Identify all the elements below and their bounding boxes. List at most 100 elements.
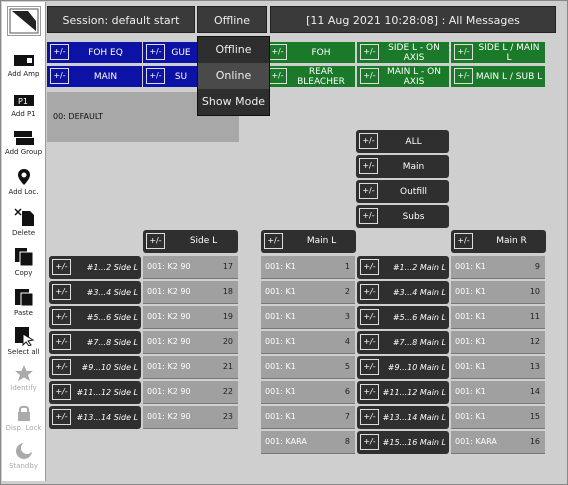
plus-minus-button[interactable]: +/- bbox=[360, 384, 379, 400]
group-gue[interactable]: +/- GUE bbox=[143, 42, 197, 63]
amp-channel-cell[interactable]: 001: K2 90 18 bbox=[143, 281, 238, 304]
plus-minus-button[interactable]: +/- bbox=[50, 44, 69, 60]
group-rear-bleacher[interactable]: +/- REAR BLEACHER bbox=[265, 66, 355, 87]
plus-minus-button[interactable]: +/- bbox=[454, 44, 473, 60]
plus-minus-button[interactable]: +/- bbox=[268, 44, 287, 60]
amp-channel-cell[interactable]: 001: K1 15 bbox=[451, 406, 545, 429]
amp-channel-cell[interactable]: 001: K1 2 bbox=[261, 281, 355, 304]
amp-channel-cell[interactable]: 001: KARA 16 bbox=[451, 431, 545, 454]
column-header-main-r[interactable]: +/- Main R bbox=[451, 230, 546, 253]
plus-minus-button[interactable]: +/- bbox=[264, 233, 283, 249]
column-header-side-l[interactable]: +/- Side L bbox=[143, 230, 238, 253]
amp-channel-cell[interactable]: 001: K1 1 bbox=[261, 256, 355, 279]
channel-group[interactable]: +/- #7...8 Side L bbox=[49, 331, 141, 354]
add-amp-button[interactable]: Add Amp bbox=[2, 54, 45, 78]
group-foh[interactable]: +/- FOH bbox=[265, 42, 355, 63]
group-foh-eq[interactable]: +/- FOH EQ bbox=[47, 42, 142, 63]
channel-group[interactable]: +/- #3...4 Main L bbox=[357, 281, 449, 304]
plus-minus-button[interactable]: +/- bbox=[359, 183, 378, 199]
amp-channel-cell[interactable]: 001: K1 11 bbox=[451, 306, 545, 329]
channel-group[interactable]: +/- #1...2 Side L bbox=[49, 256, 141, 279]
plus-minus-button[interactable]: +/- bbox=[360, 359, 379, 375]
column-header-main-l[interactable]: +/- Main L bbox=[261, 230, 356, 253]
amp-channel-cell[interactable]: 001: K1 10 bbox=[451, 281, 545, 304]
channel-group[interactable]: +/- #7...8 Main L bbox=[357, 331, 449, 354]
amp-channel-cell[interactable]: 001: K2 90 23 bbox=[143, 406, 238, 429]
amp-channel-cell[interactable]: 001: K2 90 22 bbox=[143, 381, 238, 404]
plus-minus-button[interactable]: +/- bbox=[50, 68, 69, 84]
add-location-button[interactable]: Add Loc. bbox=[2, 168, 45, 196]
plus-minus-button[interactable]: +/- bbox=[52, 309, 71, 325]
copy-button[interactable]: Copy bbox=[2, 247, 45, 277]
plus-minus-button[interactable]: +/- bbox=[360, 334, 379, 350]
plus-minus-button[interactable]: +/- bbox=[360, 68, 379, 84]
amp-channel-cell[interactable]: 001: KARA 8 bbox=[261, 431, 355, 454]
channel-group[interactable]: +/- #15...16 Main L bbox=[357, 431, 449, 454]
plus-minus-button[interactable]: +/- bbox=[52, 259, 71, 275]
display-lock-button[interactable]: Disp. Lock bbox=[2, 404, 45, 432]
plus-minus-button[interactable]: +/- bbox=[268, 68, 287, 84]
channel-group[interactable]: +/- #9...10 Side L bbox=[49, 356, 141, 379]
plus-minus-button[interactable]: +/- bbox=[146, 233, 165, 249]
plus-minus-button[interactable]: +/- bbox=[360, 44, 379, 60]
channel-group[interactable]: +/- #3...4 Side L bbox=[49, 281, 141, 304]
group-subs[interactable]: +/- Subs bbox=[356, 205, 449, 228]
group-su[interactable]: +/- SU bbox=[143, 66, 197, 87]
amp-channel-cell[interactable]: 001: K1 3 bbox=[261, 306, 355, 329]
plus-minus-button[interactable]: +/- bbox=[52, 359, 71, 375]
mode-dropdown[interactable]: Offline bbox=[197, 6, 267, 33]
plus-minus-button[interactable]: +/- bbox=[360, 284, 379, 300]
channel-group[interactable]: +/- #11...12 Side L bbox=[49, 381, 141, 404]
amp-channel-cell[interactable]: 001: K1 6 bbox=[261, 381, 355, 404]
group-outfill[interactable]: +/- Outfill bbox=[356, 180, 449, 203]
group-side-l-on-axis[interactable]: +/- SIDE L - ON AXIS bbox=[357, 42, 449, 63]
plus-minus-button[interactable]: +/- bbox=[359, 208, 378, 224]
group-main[interactable]: +/- MAIN bbox=[47, 66, 142, 87]
plus-minus-button[interactable]: +/- bbox=[146, 68, 165, 84]
amp-channel-cell[interactable]: 001: K2 90 19 bbox=[143, 306, 238, 329]
amp-channel-cell[interactable]: 001: K1 12 bbox=[451, 331, 545, 354]
channel-group[interactable]: +/- #13...14 Main L bbox=[357, 406, 449, 429]
group-main-l-on-axis[interactable]: +/- MAIN L - ON AXIS bbox=[357, 66, 449, 87]
menu-item-show-mode[interactable]: Show Mode bbox=[198, 89, 269, 115]
channel-group[interactable]: +/- #13...14 Side L bbox=[49, 406, 141, 429]
group-side-l-main-l[interactable]: +/- SIDE L / MAIN L bbox=[451, 42, 545, 63]
channel-group[interactable]: +/- #11...12 Main L bbox=[357, 381, 449, 404]
add-p1-button[interactable]: P1 Add P1 bbox=[2, 94, 45, 118]
plus-minus-button[interactable]: +/- bbox=[454, 233, 473, 249]
standby-button[interactable]: Standby bbox=[2, 442, 45, 470]
paste-button[interactable]: Paste bbox=[2, 287, 45, 317]
amp-channel-cell[interactable]: 001: K2 90 21 bbox=[143, 356, 238, 379]
plus-minus-button[interactable]: +/- bbox=[360, 309, 379, 325]
amp-channel-cell[interactable]: 001: K1 5 bbox=[261, 356, 355, 379]
plus-minus-button[interactable]: +/- bbox=[360, 434, 379, 450]
plus-minus-button[interactable]: +/- bbox=[52, 384, 71, 400]
plus-minus-button[interactable]: +/- bbox=[359, 158, 378, 174]
group-main-l-sub-l[interactable]: +/- MAIN L / SUB L bbox=[451, 66, 545, 87]
channel-group[interactable]: +/- #5...6 Main L bbox=[357, 306, 449, 329]
amp-channel-cell[interactable]: 001: K1 9 bbox=[451, 256, 545, 279]
channel-group[interactable]: +/- #5...6 Side L bbox=[49, 306, 141, 329]
plus-minus-button[interactable]: +/- bbox=[359, 133, 378, 149]
identify-button[interactable]: Identify bbox=[2, 364, 45, 392]
plus-minus-button[interactable]: +/- bbox=[454, 68, 473, 84]
plus-minus-button[interactable]: +/- bbox=[52, 284, 71, 300]
channel-group[interactable]: +/- #1...2 Main L bbox=[357, 256, 449, 279]
plus-minus-button[interactable]: +/- bbox=[52, 409, 71, 425]
channel-group[interactable]: +/- #9...10 Main L bbox=[357, 356, 449, 379]
menu-item-online[interactable]: Online bbox=[198, 63, 269, 89]
amp-channel-cell[interactable]: 001: K1 14 bbox=[451, 381, 545, 404]
select-all-button[interactable]: Select all bbox=[2, 326, 45, 356]
amp-channel-cell[interactable]: 001: K2 90 20 bbox=[143, 331, 238, 354]
amp-channel-cell[interactable]: 001: K1 7 bbox=[261, 406, 355, 429]
plus-minus-button[interactable]: +/- bbox=[360, 259, 379, 275]
group-all[interactable]: +/- ALL bbox=[356, 130, 449, 153]
amp-channel-cell[interactable]: 001: K2 90 17 bbox=[143, 256, 238, 279]
status-bar[interactable]: [11 Aug 2021 10:28:08] : All Messages Ac… bbox=[270, 6, 556, 54]
plus-minus-button[interactable]: +/- bbox=[146, 44, 165, 60]
group-main-mid[interactable]: +/- Main bbox=[356, 155, 449, 178]
session-button[interactable]: Session: default start bbox=[47, 6, 195, 33]
amp-channel-cell[interactable]: 001: K1 4 bbox=[261, 331, 355, 354]
plus-minus-button[interactable]: +/- bbox=[52, 334, 71, 350]
plus-minus-button[interactable]: +/- bbox=[360, 409, 379, 425]
